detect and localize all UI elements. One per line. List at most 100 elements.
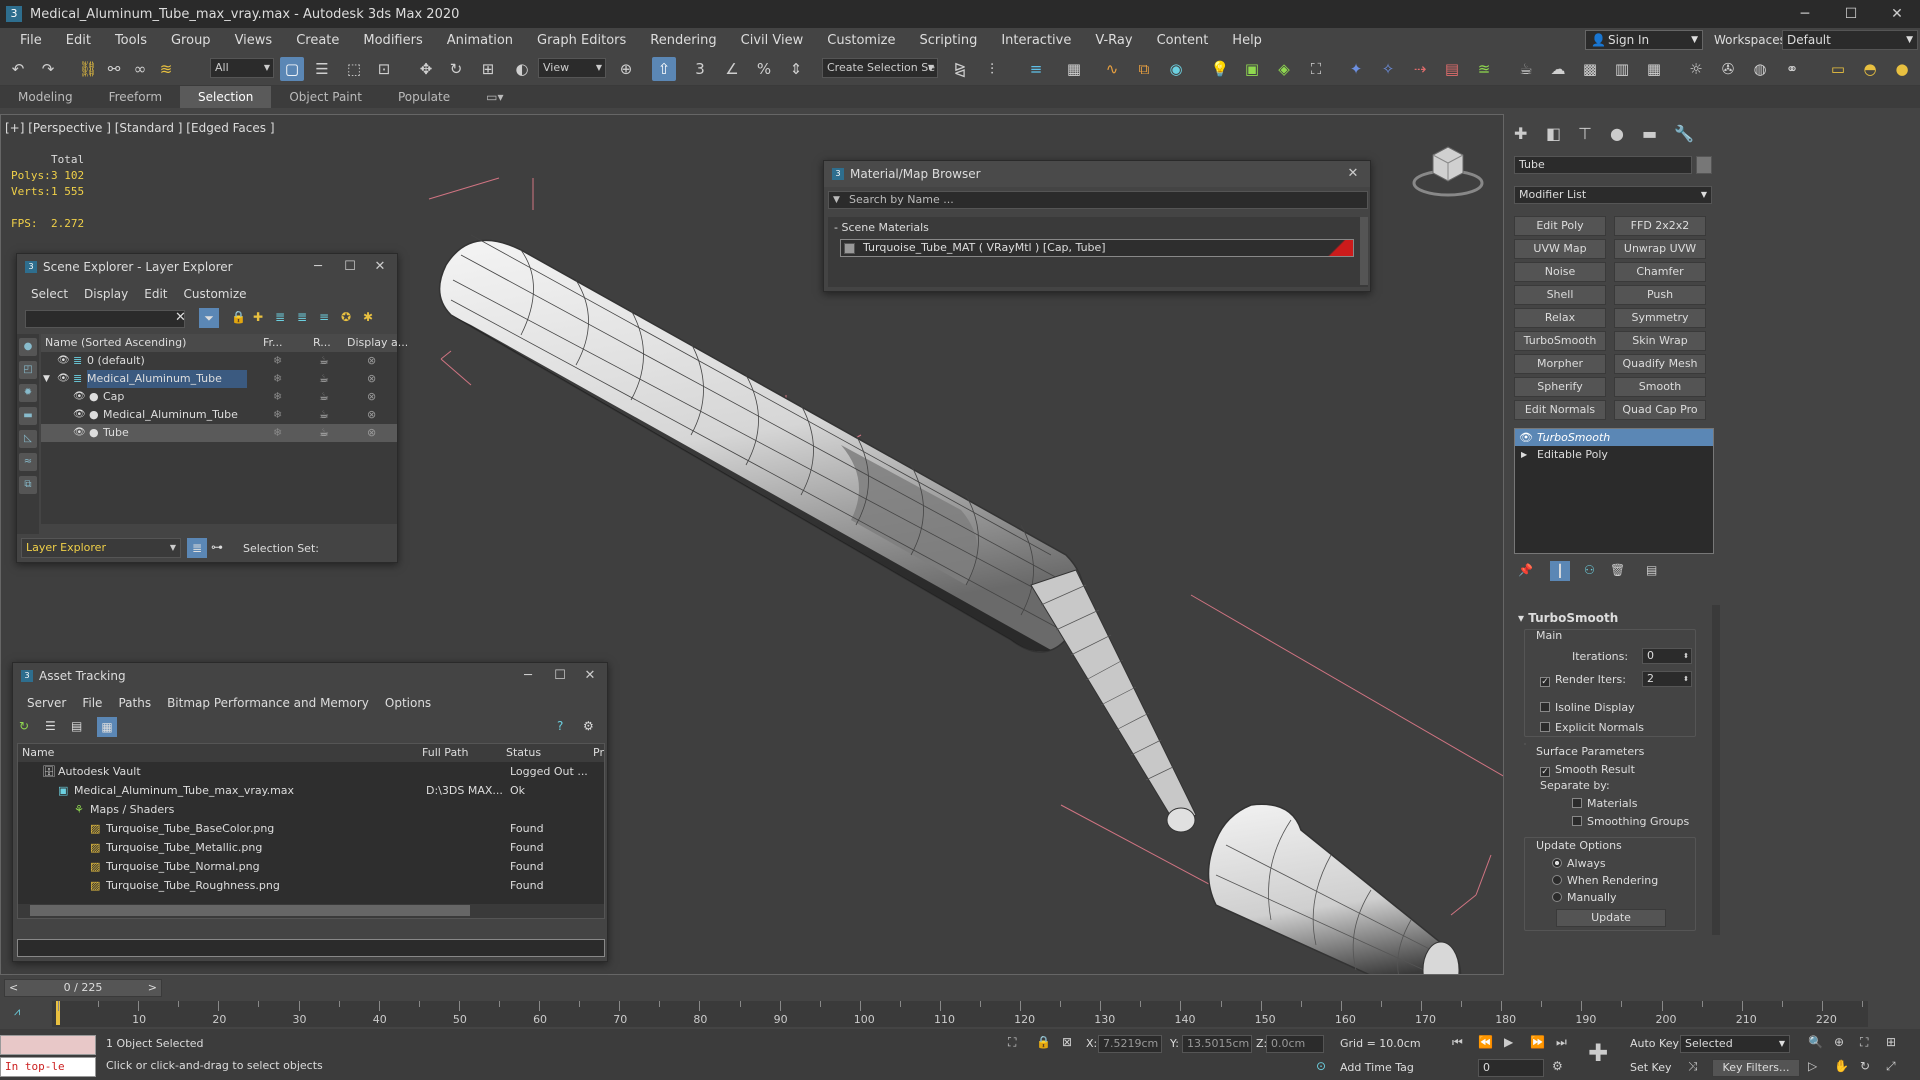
move-icon[interactable]: ✥ [414,57,438,81]
modify-tab-icon[interactable]: ◧ [1546,124,1561,143]
maximize-button[interactable]: ☐ [545,663,575,689]
named-selection-dropdown[interactable]: Create Selection Se ▼ [822,58,938,78]
folder-icon[interactable]: ▭ [1826,57,1850,81]
scroll-thumb[interactable] [30,905,470,916]
object-color-swatch[interactable] [1696,156,1712,174]
list-icon[interactable]: ☰ [45,719,56,733]
modifier-button-shell[interactable]: Shell [1514,285,1606,305]
column-render[interactable]: R... [313,334,341,352]
stack-item-turbosmooth[interactable]: 👁 TurboSmooth [1515,429,1713,446]
select-link-icon[interactable]: ⛓ [76,57,100,81]
menu-scripting[interactable]: Scripting [908,33,990,48]
modifier-button-symmetry[interactable]: Symmetry [1614,308,1706,328]
placement-icon[interactable]: ◐ [510,57,534,81]
zoom-extents-all-icon[interactable]: ⊞ [1886,1035,1896,1049]
render-iters-spinner[interactable]: 2 ⬍ [1642,671,1692,687]
prev-frame-icon[interactable]: ⏪ [1478,1035,1493,1049]
y-coordinate-field[interactable]: 13.5015cm [1182,1035,1252,1053]
new-layer-icon[interactable]: ✚ [253,310,263,324]
spinner-arrows-icon[interactable]: ⬍ [1683,649,1689,663]
link-icon[interactable]: ∞ [128,57,152,81]
percent-snap-icon[interactable]: % [752,57,776,81]
close-button[interactable]: ✕ [1338,161,1368,187]
close-button[interactable]: ✕ [575,663,605,689]
fov-icon[interactable]: ▷ [1808,1059,1817,1073]
rendered-frame-icon[interactable]: ◈ [1272,57,1296,81]
display-lights-icon[interactable]: ✹ [19,384,37,402]
configure-sets-icon[interactable]: ▤ [1646,563,1657,577]
modifier-button-spherify[interactable]: Spherify [1514,377,1606,397]
tab-selection[interactable]: Selection [180,86,272,108]
spinner-arrows-icon[interactable]: ⬍ [1683,672,1689,686]
scene-tree-row[interactable]: 👁 ● Cap ❄ ☕ ⊗ [41,388,397,406]
when-rendering-radio[interactable]: When Rendering [1552,874,1658,887]
asset-path-field[interactable] [17,939,605,957]
workspace-dropdown[interactable]: Default ▼ [1782,30,1918,50]
spinner-snap-icon[interactable]: ⇕ [784,57,808,81]
toggle-ribbon-icon[interactable]: ▦ [1062,57,1086,81]
eye-icon[interactable]: 👁 [73,424,86,442]
display-geometry-icon[interactable]: ◰ [19,361,37,379]
layers-icon[interactable]: ≣ [187,538,207,558]
checkbox-unchecked[interactable] [1540,722,1550,732]
menu-modifiers[interactable]: Modifiers [351,33,434,48]
freeze-icon[interactable]: ❄ [273,352,282,370]
expand-arrow-icon[interactable]: ▼ [43,370,50,388]
asset-row[interactable]: ▣ Medical_Aluminum_Tube_max_vray.max D:\3D… [18,782,604,800]
freeze-icon[interactable]: ❄ [273,406,282,424]
menu-content[interactable]: Content [1145,33,1221,48]
column-proxy[interactable]: Pr [593,744,605,762]
maxscript-input[interactable]: In top-le [0,1057,96,1077]
modifier-button-smooth[interactable]: Smooth [1614,377,1706,397]
column-name[interactable]: Name (Sorted Ascending) [45,334,255,352]
add-to-layer-icon[interactable]: ≣ [275,310,285,324]
maximize-button[interactable]: ☐ [335,254,365,280]
scene-explorer-search-input[interactable] [25,310,185,328]
menu-civil-view[interactable]: Civil View [729,33,816,48]
stack-item-editable-poly[interactable]: ▶ Editable Poly [1515,446,1713,463]
asset-tracking-titlebar[interactable]: 3 Asset Tracking ─ ☐ ✕ [13,663,607,689]
modifier-button-morpher[interactable]: Morpher [1514,354,1606,374]
modifier-button-quadify-mesh[interactable]: Quadify Mesh [1614,354,1706,374]
scene-tree-row[interactable]: 👁 ≣ 0 (default) ❄ ☕ ⊗ [41,352,397,370]
layer-manager-icon[interactable]: ≡ [1024,57,1048,81]
time-tag-icon[interactable]: ⊙ [1316,1059,1326,1073]
remove-modifier-icon[interactable]: 🗑 [1610,563,1625,577]
tab-object-paint[interactable]: Object Paint [271,86,380,108]
ball-icon[interactable]: ● [1890,57,1914,81]
render-setup-icon[interactable]: ▣ [1240,57,1264,81]
material-scrollbar[interactable] [1360,217,1368,285]
curve-toggle-icon[interactable]: ⩘ [14,1005,20,1019]
layer-list-icon[interactable]: ≡ [319,310,329,324]
vray-icon-3[interactable]: ⇢ [1408,57,1432,81]
smoothing-groups-checkbox[interactable]: Smoothing Groups [1572,815,1689,828]
cloud-icon[interactable]: ☁ [1546,57,1570,81]
radio-unselected[interactable] [1552,875,1562,885]
scene-materials-group[interactable]: - Scene Materials [834,221,929,234]
expand-arrow-icon[interactable]: ▶ [1521,446,1527,463]
highlight-icon[interactable]: ✪ [341,310,351,324]
sync-icon[interactable]: ✱ [363,310,373,324]
materials-checkbox[interactable]: Materials [1572,797,1637,810]
tab-freeform[interactable]: Freeform [91,86,180,108]
modifier-list-dropdown[interactable]: Modifier List ▼ [1514,186,1712,204]
scene-tree-row[interactable]: 👁 ● Tube ❄ ☕ ⊗ [41,424,397,442]
checkbox-checked[interactable]: ✓ [1540,767,1550,777]
render-icon[interactable]: ☕ [319,424,329,442]
angle-snap-icon[interactable]: ∠ [720,57,744,81]
dome-icon[interactable]: ◓ [1858,57,1882,81]
light-icon[interactable]: 💡 [1208,57,1232,81]
display-icon[interactable]: ⊗ [367,352,376,370]
select-manipulate-icon[interactable]: ⇧ [652,57,676,81]
minimize-button[interactable]: ─ [303,254,333,280]
image-icon[interactable]: ▩ [1578,57,1602,81]
sun-icon[interactable]: ☼ [1684,57,1708,81]
scene-explorer-menu-select[interactable]: Select [23,287,76,301]
scene-explorer-menu-display[interactable]: Display [76,287,136,301]
radio-unselected[interactable] [1552,892,1562,902]
goto-start-icon[interactable]: ⏮ [1452,1035,1463,1050]
frame-buffer-icon[interactable]: ▥ [1610,57,1634,81]
help-icon[interactable]: ? [557,719,563,733]
freeze-icon[interactable]: ❄ [273,424,282,442]
sign-in-button[interactable]: 👤 Sign In ▼ [1585,30,1703,50]
